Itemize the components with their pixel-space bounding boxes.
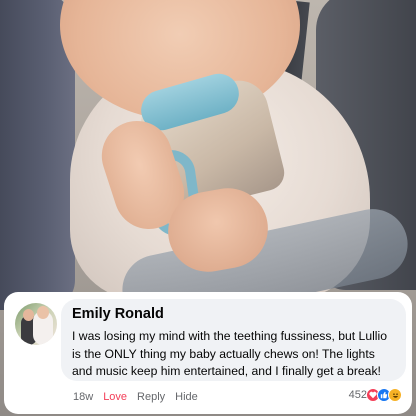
comment-author[interactable]: Emily Ronald <box>72 306 394 323</box>
love-button[interactable]: Love <box>103 391 127 403</box>
comment-card: Emily Ronald I was losing my mind with t… <box>4 292 412 414</box>
comment-timestamp[interactable]: 18w <box>73 391 93 403</box>
reaction-count: 452 <box>348 389 367 401</box>
hide-button[interactable]: Hide <box>175 391 198 403</box>
comment-bubble: Emily Ronald I was losing my mind with t… <box>61 299 406 381</box>
reply-button[interactable]: Reply <box>137 391 165 403</box>
comment-text: I was losing my mind with the teething f… <box>72 329 388 378</box>
comment-actions: 18w Love Reply Hide <box>73 391 198 403</box>
laugh-icon <box>388 388 402 402</box>
reaction-summary[interactable]: 452 <box>349 388 402 402</box>
avatar[interactable] <box>15 303 57 345</box>
